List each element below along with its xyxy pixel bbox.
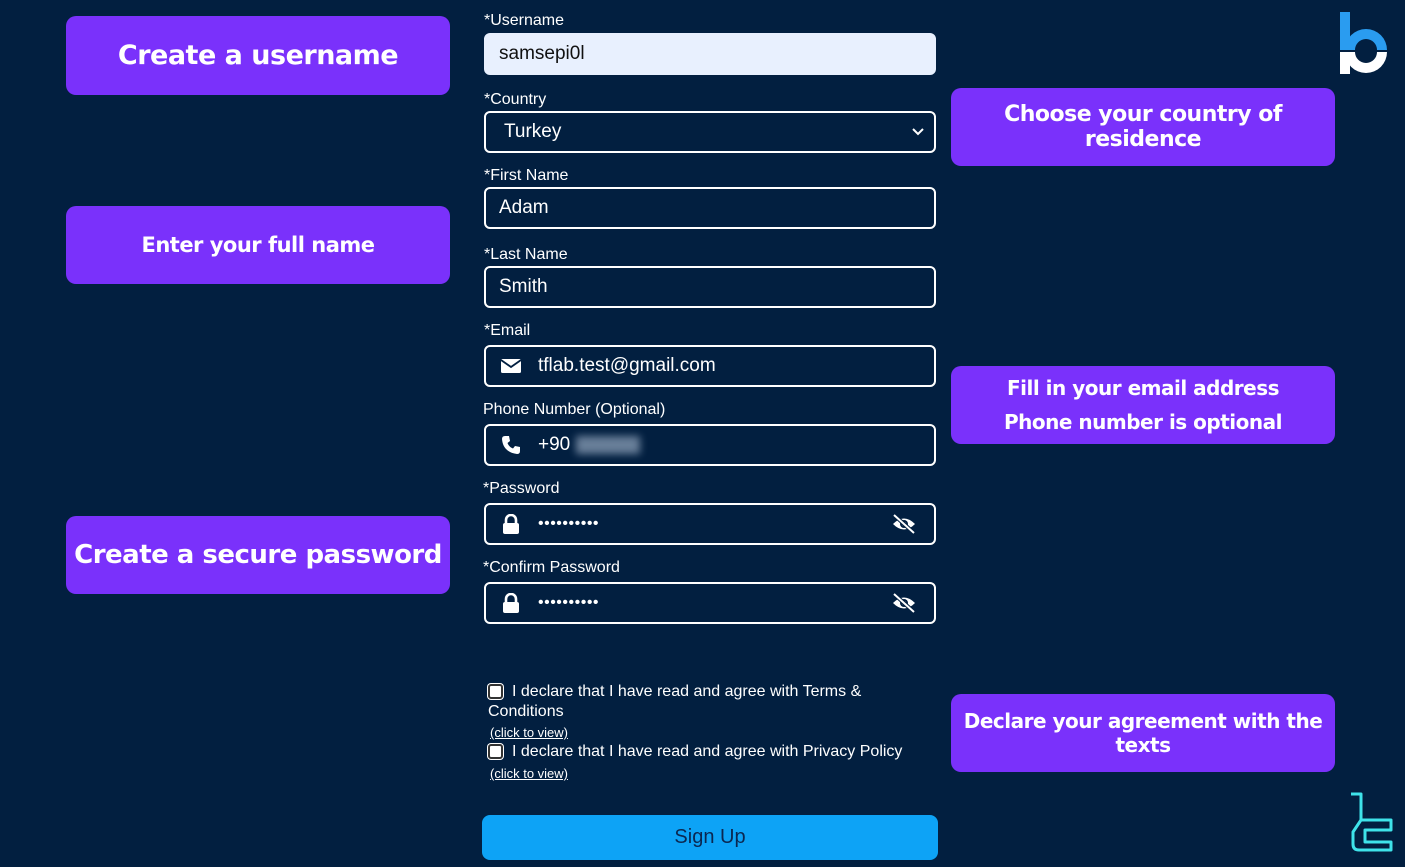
last-name-value: Smith [499,276,548,297]
password-value: •••••••••• [538,515,600,532]
username-input[interactable]: samsepi0l [484,33,936,75]
terms-checkbox[interactable] [488,684,503,699]
callout-email: Fill in your email address Phone number … [951,366,1335,444]
country-value: Turkey [504,121,562,142]
last-name-label: *Last Name [484,246,568,263]
country-label: *Country [484,91,547,108]
terms-text-line1: I declare that I have read and agree wit… [512,683,862,700]
terms-text-line2: Conditions [488,703,564,720]
callout-text-line2: Phone number is optional [1004,410,1282,434]
sign-up-button[interactable]: Sign Up [482,815,938,860]
email-value: tflab.test@gmail.com [538,355,716,376]
callout-country: Choose your country of residence [951,88,1335,166]
eye-slash-icon[interactable] [890,512,918,536]
privacy-text: I declare that I have read and agree wit… [512,743,903,760]
envelope-icon [500,355,522,377]
confirm-password-value: •••••••••• [538,594,600,611]
terms-view-link[interactable]: (click to view) [490,725,568,740]
callout-password: Create a secure password [66,516,450,594]
brand-logo-t-icon [1351,792,1393,852]
callout-text: Create a secure password [74,540,442,570]
brand-logo-b-icon [1340,12,1387,74]
last-name-input[interactable]: Smith [484,266,936,308]
callout-text-line1: Fill in your email address [1006,376,1280,400]
email-input[interactable]: tflab.test@gmail.com [484,345,936,387]
confirm-password-input[interactable]: •••••••••• [484,582,936,624]
username-label: *Username [484,12,565,29]
privacy-agreement-row: I declare that I have read and agree wit… [488,742,928,762]
phone-value: +90 [538,434,571,455]
password-label: *Password [483,480,560,497]
phone-label: Phone Number (Optional) [483,401,666,418]
redacted-phone-digits [576,436,641,454]
chevron-down-icon [912,125,926,139]
first-name-input[interactable]: Adam [484,187,936,229]
phone-icon [500,434,522,456]
callout-text: Enter your full name [141,233,375,257]
email-label: *Email [484,322,531,339]
lock-icon [500,592,522,614]
callout-text: Create a username [117,40,399,71]
callout-text: Declare your agreement with the texts [963,709,1323,757]
callout-create-username: Create a username [66,16,450,95]
country-select[interactable]: Turkey [484,111,936,153]
password-input[interactable]: •••••••••• [484,503,936,545]
lock-icon [500,513,522,535]
callout-full-name: Enter your full name [66,206,450,284]
first-name-value: Adam [499,197,549,218]
eye-slash-icon[interactable] [890,591,918,615]
privacy-view-link[interactable]: (click to view) [490,766,568,781]
terms-agreement-row: I declare that I have read and agree wit… [488,682,928,722]
phone-input[interactable]: +90 [484,424,936,466]
first-name-label: *First Name [484,167,569,184]
confirm-password-label: *Confirm Password [483,559,620,576]
callout-text: Choose your country of residence [1004,102,1282,152]
privacy-checkbox[interactable] [488,744,503,759]
callout-agreement: Declare your agreement with the texts [951,694,1335,772]
username-value: samsepi0l [499,43,585,64]
